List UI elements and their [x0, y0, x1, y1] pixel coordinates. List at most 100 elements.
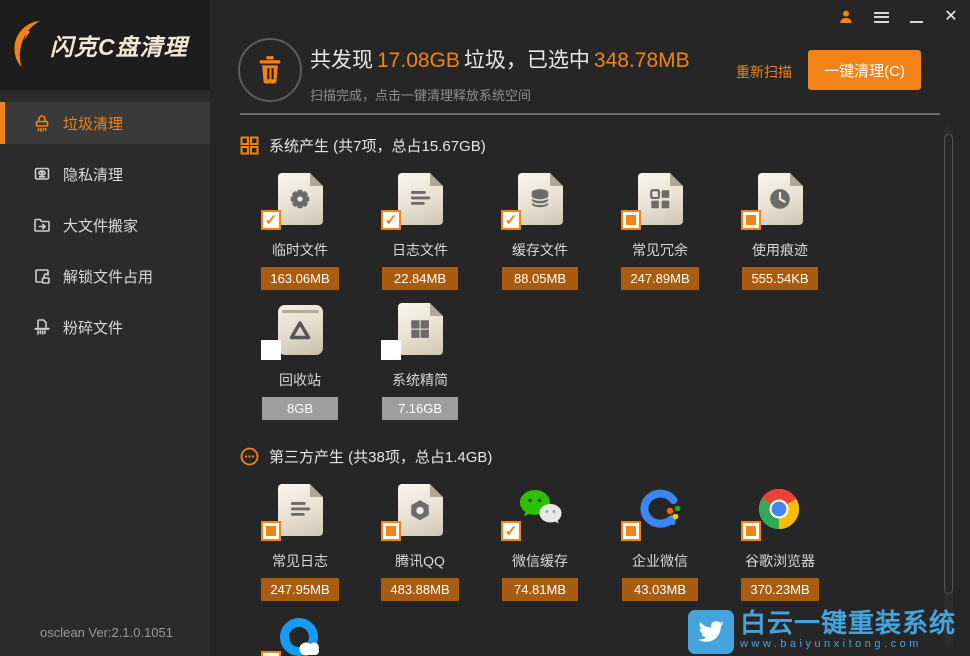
item-icon-area[interactable]: [480, 484, 600, 544]
watermark-text: 白云一键重装系统 www.baiyunxitong.com: [740, 610, 956, 650]
item-icon-area[interactable]: [600, 484, 720, 544]
item-checkbox-partial[interactable]: [261, 521, 281, 541]
item-icon-area[interactable]: [240, 303, 360, 363]
sidebar-item-shred-file[interactable]: 粉碎文件: [0, 306, 210, 348]
scrollbar-track[interactable]: [944, 126, 953, 648]
doc-clock-icon: [758, 173, 803, 233]
item-label: 系统精简: [360, 370, 480, 390]
item-icon-area[interactable]: [240, 484, 360, 544]
app-window: 闪克C盘清理 垃圾清理 隐私清理 大文件搬家 解锁文件占用 粉碎文件 oscle…: [0, 0, 970, 656]
sidebar-item-big-file-move[interactable]: 大文件搬家: [0, 204, 210, 246]
item-size-badge: 22.84MB: [382, 267, 458, 290]
item-label: 回收站: [240, 370, 360, 390]
cleanup-item: 微信缓存 74.81MB: [480, 484, 600, 601]
sidebar-nav: 垃圾清理 隐私清理 大文件搬家 解锁文件占用 粉碎文件: [0, 90, 210, 348]
item-label: 常见日志: [240, 551, 360, 571]
item-icon-area[interactable]: [240, 614, 360, 656]
item-icon-area[interactable]: [360, 303, 480, 363]
cleanup-item: 常见日志 247.95MB: [240, 484, 360, 601]
section-header: 第三方产生 (共38项，总占1.4GB): [240, 446, 956, 467]
app-logo: 闪克C盘清理: [0, 0, 210, 90]
item-label: 日志文件: [360, 240, 480, 260]
app-title: 闪克C盘清理: [50, 28, 188, 62]
watermark: 白云一键重装系统 www.baiyunxitong.com: [688, 610, 956, 654]
sidebar-item-unlock-file[interactable]: 解锁文件占用: [0, 255, 210, 297]
item-label: 微信缓存: [480, 551, 600, 571]
section-header: 系统产生 (共7项，总占15.67GB): [240, 135, 956, 156]
brush-icon: [31, 112, 53, 134]
window-controls: ✕: [837, 8, 960, 26]
item-checkbox-checked[interactable]: [381, 210, 401, 230]
item-icon-area[interactable]: [720, 173, 840, 233]
recycle-bin-icon: [278, 303, 323, 363]
item-size-badge: 163.06MB: [261, 267, 338, 290]
section-ellipsis-icon: [240, 447, 259, 466]
item-checkbox-checked[interactable]: [261, 210, 281, 230]
cleanup-item: 使用痕迹 555.54KB: [720, 173, 840, 290]
section-system: 系统产生 (共7项，总占15.67GB) 临时文件 163.06MB 日志文件 …: [240, 135, 956, 433]
item-size-badge: 370.23MB: [741, 578, 818, 601]
item-icon-area[interactable]: [240, 173, 360, 233]
doc-windows-icon: [398, 303, 443, 363]
item-checkbox-partial[interactable]: [381, 521, 401, 541]
cleanup-item: QQ浏览器 217.23MB: [240, 614, 360, 656]
item-checkbox-partial[interactable]: [261, 651, 281, 656]
item-checkbox-partial[interactable]: [621, 521, 641, 541]
cleanup-item: 缓存文件 88.05MB: [480, 173, 600, 290]
item-checkbox-partial[interactable]: [741, 210, 761, 230]
cleanup-item: 常见冗余 247.89MB: [600, 173, 720, 290]
cleanup-item: 腾讯QQ 483.88MB: [360, 484, 480, 601]
scan-status-circle: [238, 38, 302, 102]
doc-grid-icon: [638, 173, 683, 233]
rescan-link[interactable]: 重新扫描: [736, 62, 792, 82]
item-size-badge: 43.03MB: [622, 578, 698, 601]
version-label: osclean Ver:2.1.0.1051: [40, 625, 173, 640]
item-size-badge: 8GB: [262, 397, 338, 420]
item-icon-area[interactable]: [720, 484, 840, 544]
one-click-clean-button[interactable]: 一键清理(C): [808, 50, 921, 90]
item-size-badge: 247.95MB: [261, 578, 338, 601]
item-size-badge: 74.81MB: [502, 578, 578, 601]
doc-database-icon: [518, 173, 563, 233]
doc-lines-icon: [278, 484, 323, 544]
found-size: 17.08GB: [377, 49, 460, 72]
trash-icon: [257, 55, 283, 85]
user-icon[interactable]: [837, 8, 855, 26]
item-checkbox-partial[interactable]: [621, 210, 641, 230]
minimize-icon[interactable]: [907, 8, 925, 26]
scrollbar-thumb[interactable]: [944, 134, 953, 594]
sidebar-item-junk-clean[interactable]: 垃圾清理: [0, 102, 210, 144]
close-icon[interactable]: ✕: [942, 8, 960, 26]
item-label: 谷歌浏览器: [720, 551, 840, 571]
sidebar: 闪克C盘清理 垃圾清理 隐私清理 大文件搬家 解锁文件占用 粉碎文件 oscle…: [0, 0, 210, 656]
sidebar-item-privacy-clean[interactable]: 隐私清理: [0, 153, 210, 195]
header-divider: [240, 113, 940, 115]
menu-icon[interactable]: [872, 8, 890, 26]
item-label: 企业微信: [600, 551, 720, 571]
item-checkbox-partial[interactable]: [741, 521, 761, 541]
item-checkbox-none[interactable]: [261, 340, 281, 360]
item-checkbox-checked[interactable]: [501, 210, 521, 230]
flame-logo-icon: [12, 19, 46, 71]
item-size-badge: 7.16GB: [382, 397, 458, 420]
item-icon-area[interactable]: [480, 173, 600, 233]
cleanup-item: 谷歌浏览器 370.23MB: [720, 484, 840, 601]
selected-size: 348.78MB: [594, 49, 690, 72]
cleanup-item: 系统精简 7.16GB: [360, 303, 480, 420]
item-label: 常见冗余: [600, 240, 720, 260]
watermark-title: 白云一键重装系统: [740, 610, 956, 637]
cleanup-item: 回收站 8GB: [240, 303, 360, 420]
doc-gear-icon: [278, 173, 323, 233]
item-icon-area[interactable]: [360, 173, 480, 233]
item-checkbox-none[interactable]: [381, 340, 401, 360]
shredder-icon: [31, 316, 53, 338]
item-size-badge: 483.88MB: [381, 578, 458, 601]
wecom-icon: [637, 484, 683, 544]
item-icon-area[interactable]: [360, 484, 480, 544]
twitter-bird-icon: [688, 610, 734, 654]
unlock-file-icon: [31, 265, 53, 287]
main-area: ✕ 共发现17.08GB垃圾，已选中348.78MB 扫描完成，点击一键清理释放…: [210, 0, 970, 656]
item-checkbox-checked[interactable]: [501, 521, 521, 541]
item-icon-area[interactable]: [600, 173, 720, 233]
scan-subtitle: 扫描完成，点击一键清理释放系统空间: [310, 85, 694, 104]
